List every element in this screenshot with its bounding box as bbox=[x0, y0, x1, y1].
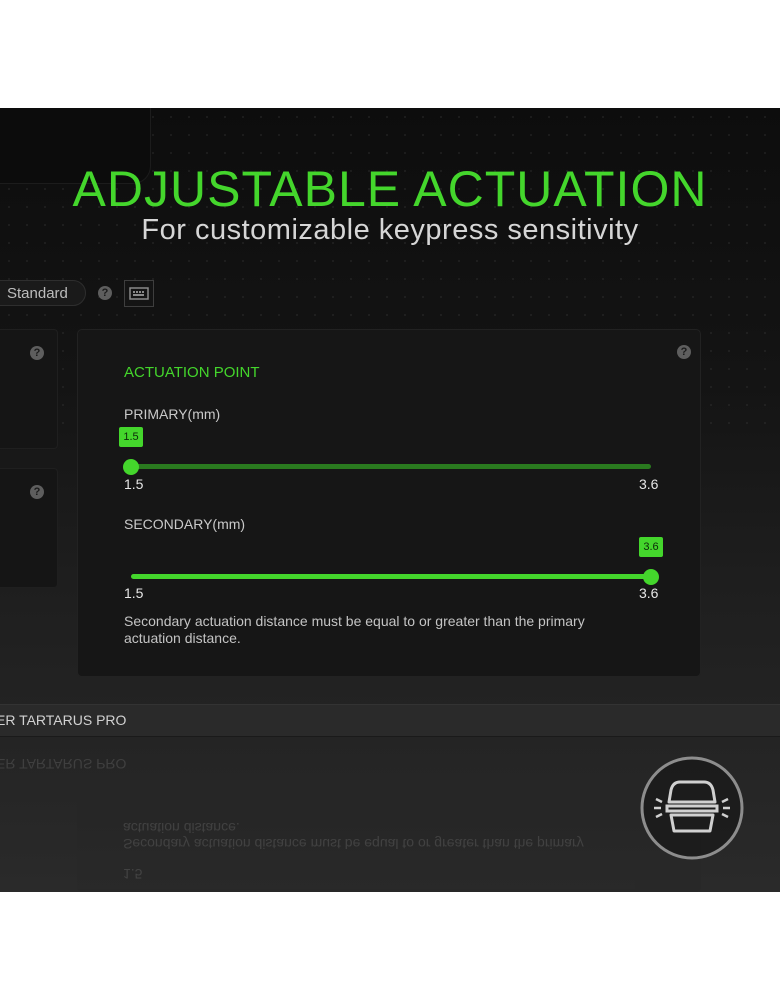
reflected-min-label: 1.5 bbox=[123, 866, 143, 882]
secondary-label: SECONDARY(mm) bbox=[124, 516, 246, 532]
reflected-note: Secondary actuation distance must be equ… bbox=[123, 820, 584, 852]
mode-select[interactable]: Standard bbox=[0, 280, 86, 306]
help-icon[interactable]: ? bbox=[30, 485, 44, 499]
secondary-slider-thumb[interactable] bbox=[643, 568, 659, 585]
keycap-actuation-icon bbox=[640, 756, 744, 860]
keyboard-layout-button[interactable] bbox=[124, 280, 154, 307]
left-panel-top: ? bbox=[0, 329, 58, 449]
keyboard-icon bbox=[129, 287, 149, 300]
actuation-title: ACTUATION POINT bbox=[124, 364, 260, 381]
primary-value-tooltip: 1.5 bbox=[119, 427, 143, 447]
secondary-min-label: 1.5 bbox=[124, 585, 144, 601]
secondary-slider-track[interactable] bbox=[131, 574, 651, 579]
actuation-note: Secondary actuation distance must be equ… bbox=[124, 613, 585, 646]
hero-title: ADJUSTABLE ACTUATION bbox=[72, 161, 708, 217]
promo-stage: ADJUSTABLE ACTUATION For customizable ke… bbox=[0, 108, 780, 892]
hero-subtitle: For customizable keypress sensitivity bbox=[141, 214, 639, 246]
primary-label: PRIMARY(mm) bbox=[124, 406, 221, 422]
help-icon[interactable]: ? bbox=[677, 345, 691, 359]
primary-slider-thumb[interactable] bbox=[123, 458, 139, 475]
left-panel-bottom: ? bbox=[0, 468, 58, 588]
primary-min-label: 1.5 bbox=[124, 476, 144, 492]
primary-max-label: 3.6 bbox=[639, 476, 659, 492]
device-bar: ER TARTARUS PRO bbox=[0, 704, 780, 737]
reflected-panel: 1.5 Secondary actuation distance must be… bbox=[77, 800, 701, 892]
help-icon[interactable]: ? bbox=[98, 286, 112, 300]
device-name: ER TARTARUS PRO bbox=[0, 712, 127, 728]
help-icon[interactable]: ? bbox=[30, 346, 44, 360]
secondary-value-tooltip: 3.6 bbox=[639, 537, 663, 557]
primary-slider-track[interactable] bbox=[131, 464, 651, 469]
secondary-max-label: 3.6 bbox=[639, 585, 659, 601]
actuation-panel: ? ACTUATION POINT PRIMARY(mm) 1.5 1.5 3.… bbox=[77, 329, 701, 677]
reflected-device-name: ER TARTARUS PRO bbox=[0, 756, 127, 772]
